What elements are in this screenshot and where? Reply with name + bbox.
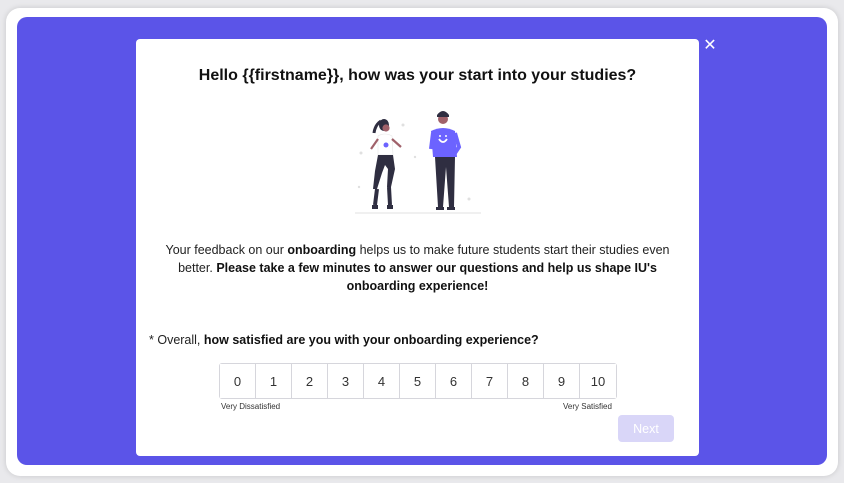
modal-title: Hello {{firstname}}, how was your start … (198, 67, 637, 84)
question-prefix: Overall, (157, 333, 204, 347)
scale-option-7[interactable]: 7 (472, 364, 508, 398)
scale-option-10[interactable]: 10 (580, 364, 616, 398)
scale-option-9[interactable]: 9 (544, 364, 580, 398)
feedback-description: Your feedback on our onboarding helps us… (158, 241, 677, 295)
scale-option-2[interactable]: 2 (292, 364, 328, 398)
next-button[interactable]: Next (618, 415, 674, 442)
rating-scale: 0 1 2 3 4 5 6 7 8 9 10 (219, 363, 617, 399)
scale-option-4[interactable]: 4 (364, 364, 400, 398)
scale-option-0[interactable]: 0 (220, 364, 256, 398)
scale-option-8[interactable]: 8 (508, 364, 544, 398)
description-bold-1: onboarding (287, 243, 357, 257)
scale-label-high: Very Satisfied (563, 402, 612, 411)
scale-option-5[interactable]: 5 (400, 364, 436, 398)
satisfaction-question: * Overall, how satisfied are you with yo… (149, 333, 689, 347)
description-text-1: Your feedback on our (165, 243, 288, 257)
question-bold: how satisfied are you with your onboardi… (203, 333, 539, 347)
scale-label-low: Very Dissatisfied (221, 402, 281, 411)
two-people-illustration (355, 111, 481, 214)
survey-modal: Hello {{firstname}}, how was your start … (136, 39, 699, 456)
close-icon[interactable]: ✕ (703, 37, 717, 53)
scale-option-3[interactable]: 3 (328, 364, 364, 398)
scale-option-6[interactable]: 6 (436, 364, 472, 398)
scale-option-1[interactable]: 1 (256, 364, 292, 398)
description-bold-2: Please take a few minutes to answer our … (216, 261, 657, 293)
